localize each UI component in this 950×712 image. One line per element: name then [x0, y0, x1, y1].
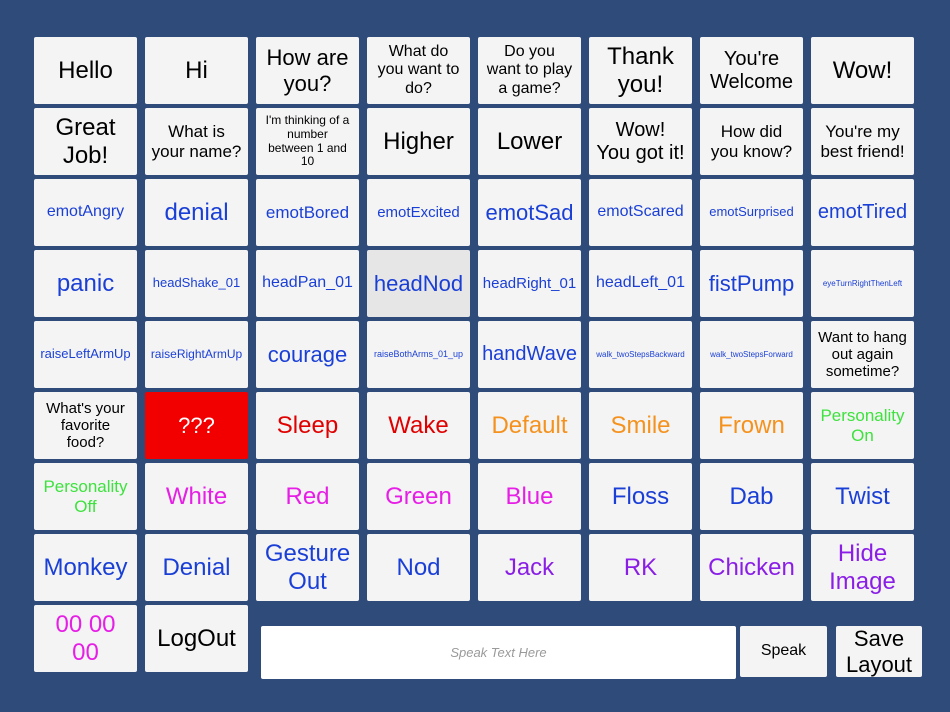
button-nod[interactable]: Nod — [367, 534, 470, 601]
button-rk[interactable]: RK — [589, 534, 692, 601]
button-youre-my-best-friend[interactable]: You're my best friend! — [811, 108, 914, 175]
button-panic[interactable]: panic — [34, 250, 137, 317]
button-do-you-want-to-play-a-game[interactable]: Do you want to play a game? — [478, 37, 581, 104]
button-head-shake[interactable]: headShake_01 — [145, 250, 248, 317]
button-denial[interactable]: Denial — [145, 534, 248, 601]
button-emot-sad[interactable]: emotSad — [478, 179, 581, 246]
button-personality-off[interactable]: Personality Off — [34, 463, 137, 530]
button-what-is-your-name[interactable]: What is your name? — [145, 108, 248, 175]
button-favorite-food[interactable]: What's your favorite food? — [34, 392, 137, 459]
button-smile[interactable]: Smile — [589, 392, 692, 459]
button-default[interactable]: Default — [478, 392, 581, 459]
button-sleep[interactable]: Sleep — [256, 392, 359, 459]
button-head-left[interactable]: headLeft_01 — [589, 250, 692, 317]
button-chicken[interactable]: Chicken — [700, 534, 803, 601]
button-great-job[interactable]: Great Job! — [34, 108, 137, 175]
logout-button[interactable]: LogOut — [145, 605, 248, 672]
button-unknown[interactable]: ??? — [145, 392, 248, 459]
button-youre-welcome[interactable]: You're Welcome — [700, 37, 803, 104]
button-courage[interactable]: courage — [256, 321, 359, 388]
button-personality-on[interactable]: Personality On — [811, 392, 914, 459]
button-emot-scared[interactable]: emotScared — [589, 179, 692, 246]
button-head-nod[interactable]: headNod — [367, 250, 470, 317]
button-raise-left-arm-up[interactable]: raiseLeftArmUp — [34, 321, 137, 388]
button-denial-emote[interactable]: denial — [145, 179, 248, 246]
button-walk-two-steps-backward[interactable]: walk_twoStepsBackward — [589, 321, 692, 388]
button-led-red[interactable]: Red — [256, 463, 359, 530]
button-twist[interactable]: Twist — [811, 463, 914, 530]
button-led-blue[interactable]: Blue — [478, 463, 581, 530]
button-emot-angry[interactable]: emotAngry — [34, 179, 137, 246]
speak-button[interactable]: Speak — [740, 626, 827, 677]
button-grid: Hello Hi How are you? What do you want t… — [34, 37, 914, 672]
button-walk-two-steps-forward[interactable]: walk_twoStepsForward — [700, 321, 803, 388]
button-raise-right-arm-up[interactable]: raiseRightArmUp — [145, 321, 248, 388]
button-hi[interactable]: Hi — [145, 37, 248, 104]
button-higher[interactable]: Higher — [367, 108, 470, 175]
button-led-green[interactable]: Green — [367, 463, 470, 530]
button-hand-wave[interactable]: handWave — [478, 321, 581, 388]
button-wow[interactable]: Wow! — [811, 37, 914, 104]
button-emot-surprised[interactable]: emotSurprised — [700, 179, 803, 246]
timer-display[interactable]: 00 00 00 — [34, 605, 137, 672]
button-how-are-you[interactable]: How are you? — [256, 37, 359, 104]
button-hide-image[interactable]: Hide Image — [811, 534, 914, 601]
button-emot-tired[interactable]: emotTired — [811, 179, 914, 246]
button-emot-bored[interactable]: emotBored — [256, 179, 359, 246]
button-thinking-of-a-number[interactable]: I'm thinking of a number between 1 and 1… — [256, 108, 359, 175]
button-wow-you-got-it[interactable]: Wow! You got it! — [589, 108, 692, 175]
save-layout-button[interactable]: Save Layout — [836, 626, 922, 677]
button-frown[interactable]: Frown — [700, 392, 803, 459]
button-head-pan[interactable]: headPan_01 — [256, 250, 359, 317]
speak-text-input[interactable] — [261, 626, 736, 679]
button-head-right[interactable]: headRight_01 — [478, 250, 581, 317]
button-emot-excited[interactable]: emotExcited — [367, 179, 470, 246]
button-gesture-out[interactable]: Gesture Out — [256, 534, 359, 601]
button-hello[interactable]: Hello — [34, 37, 137, 104]
button-jack[interactable]: Jack — [478, 534, 581, 601]
button-floss[interactable]: Floss — [589, 463, 692, 530]
button-eye-turn-right-then-left[interactable]: eyeTurnRightThenLeft — [811, 250, 914, 317]
button-led-white[interactable]: White — [145, 463, 248, 530]
button-how-did-you-know[interactable]: How did you know? — [700, 108, 803, 175]
button-raise-both-arms[interactable]: raiseBothArms_01_up — [367, 321, 470, 388]
button-fist-pump[interactable]: fistPump — [700, 250, 803, 317]
button-monkey[interactable]: Monkey — [34, 534, 137, 601]
button-want-to-hang-out[interactable]: Want to hang out again sometime? — [811, 321, 914, 388]
button-lower[interactable]: Lower — [478, 108, 581, 175]
button-wake[interactable]: Wake — [367, 392, 470, 459]
button-thank-you[interactable]: Thank you! — [589, 37, 692, 104]
button-what-do-you-want-to-do[interactable]: What do you want to do? — [367, 37, 470, 104]
button-dab[interactable]: Dab — [700, 463, 803, 530]
